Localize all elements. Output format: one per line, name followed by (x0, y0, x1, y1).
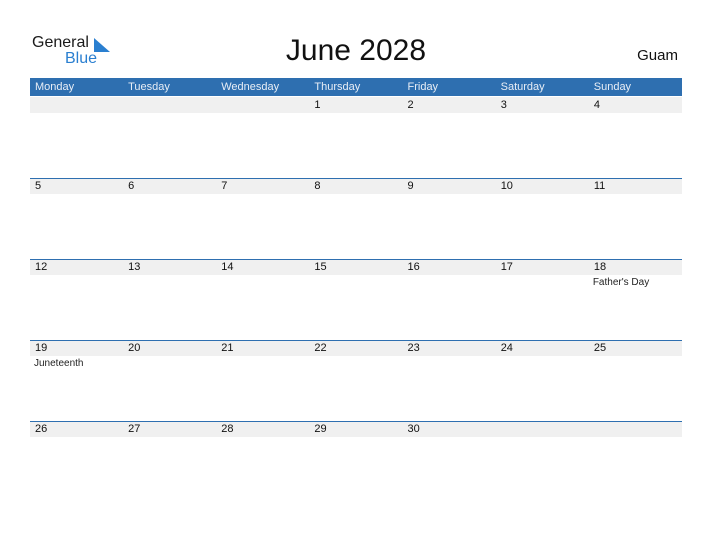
day-number: 7 (221, 180, 228, 192)
day-cell (589, 421, 682, 502)
weekday-wednesday: Wednesday (221, 81, 280, 93)
day-cell (496, 421, 589, 502)
day-number: 18 (593, 261, 607, 273)
day-number: 2 (407, 99, 414, 111)
day-number: 10 (500, 180, 513, 192)
region-label: Guam (637, 47, 678, 64)
day-cell: 7 (216, 178, 309, 259)
day-number: 19 (35, 342, 48, 354)
day-number: 20 (128, 342, 141, 354)
day-number: 8 (314, 180, 321, 192)
week-row: 5 6 7 8 9 10 11 (30, 178, 682, 259)
day-number: 23 (407, 342, 420, 354)
weekday-tuesday: Tuesday (128, 81, 170, 93)
day-cell: 15 (309, 259, 402, 340)
day-cell: 20 (123, 340, 216, 421)
day-number: 4 (593, 99, 600, 111)
day-number: 14 (221, 261, 234, 273)
week-row: 1 2 3 4 (30, 97, 682, 178)
day-cell: 13 (123, 259, 216, 340)
day-cell: 14 (216, 259, 309, 340)
day-number: 25 (593, 342, 607, 354)
day-number: 30 (407, 423, 420, 435)
day-number: 22 (314, 342, 327, 354)
day-number: 6 (128, 180, 135, 192)
day-number: 9 (407, 180, 414, 192)
day-cell: 28 (216, 421, 309, 502)
day-cell: 19 Juneteenth (30, 340, 123, 421)
day-cell: 30 (403, 421, 496, 502)
day-number: 12 (35, 261, 48, 273)
day-number: 17 (500, 261, 513, 273)
day-cell: 17 (496, 259, 589, 340)
day-number: 27 (128, 423, 141, 435)
week-row: 19 Juneteenth 20 21 22 23 24 25 (30, 340, 682, 421)
day-cell: 8 (309, 178, 402, 259)
week-row: 12 13 14 15 16 17 18 Father's Day (30, 259, 682, 340)
day-cell (30, 97, 123, 178)
day-cell: 29 (309, 421, 402, 502)
day-cell: 3 (496, 97, 589, 178)
day-cell: 2 (403, 97, 496, 178)
day-cell: 24 (496, 340, 589, 421)
day-number: 26 (35, 423, 48, 435)
day-cell: 6 (123, 178, 216, 259)
day-number: 24 (500, 342, 513, 354)
day-number: 1 (314, 99, 321, 111)
day-number: 15 (314, 261, 327, 273)
holiday-label: Juneteenth (34, 358, 84, 369)
day-cell: 12 (30, 259, 123, 340)
day-cell: 10 (496, 178, 589, 259)
day-cell (123, 97, 216, 178)
week-row: 26 27 28 29 30 (30, 421, 682, 502)
day-cell: 16 (403, 259, 496, 340)
day-cell: 27 (123, 421, 216, 502)
day-number: 3 (500, 99, 507, 111)
day-number: 13 (128, 261, 141, 273)
day-number: 11 (593, 180, 606, 192)
day-cell: 22 (309, 340, 402, 421)
day-cell (216, 97, 309, 178)
weekday-monday: Monday (35, 81, 75, 93)
weekday-saturday: Saturday (500, 81, 545, 93)
weekday-thursday: Thursday (314, 81, 361, 93)
day-number: 16 (407, 261, 420, 273)
day-number: 21 (221, 342, 234, 354)
weekday-header: Monday Tuesday Wednesday Thursday Friday… (30, 78, 682, 96)
day-cell: 26 (30, 421, 123, 502)
day-cell: 11 (589, 178, 682, 259)
day-cell: 25 (589, 340, 682, 421)
day-cell: 1 (309, 97, 402, 178)
holiday-label: Father's Day (592, 277, 650, 288)
weekday-friday: Friday (407, 81, 439, 93)
day-cell: 18 Father's Day (589, 259, 682, 340)
day-cell: 21 (216, 340, 309, 421)
day-cell: 9 (403, 178, 496, 259)
day-cell: 5 (30, 178, 123, 259)
day-number: 28 (221, 423, 234, 435)
calendar-title: June 2028 (285, 34, 427, 67)
day-number: 29 (314, 423, 327, 435)
day-cell: 4 (589, 97, 682, 178)
day-number: 5 (35, 180, 42, 192)
weekday-sunday: Sunday (593, 81, 632, 93)
day-cell: 23 (403, 340, 496, 421)
